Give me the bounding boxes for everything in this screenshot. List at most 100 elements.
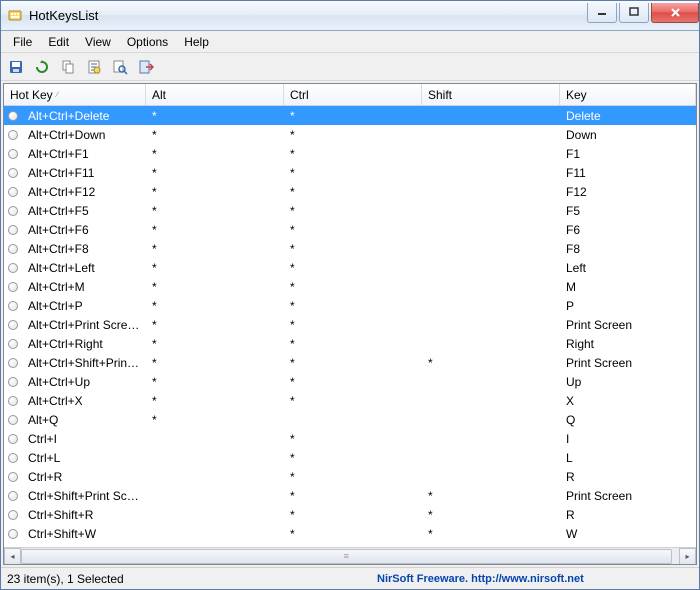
hotkey-icon bbox=[8, 396, 18, 406]
horizontal-scrollbar[interactable]: ◂ ≡ ▸ bbox=[4, 547, 696, 564]
cell-ctrl: * bbox=[284, 299, 422, 313]
cell-key: F5 bbox=[560, 204, 696, 218]
table-row[interactable]: Ctrl+L*L bbox=[4, 448, 696, 467]
cell-ctrl: * bbox=[284, 280, 422, 294]
menu-options[interactable]: Options bbox=[119, 33, 176, 51]
menu-help[interactable]: Help bbox=[176, 33, 217, 51]
find-icon[interactable] bbox=[109, 56, 131, 78]
cell-hotkey: Alt+Ctrl+Up bbox=[22, 375, 146, 389]
scroll-thumb[interactable]: ≡ bbox=[21, 549, 672, 564]
cell-ctrl: * bbox=[284, 375, 422, 389]
properties-icon[interactable] bbox=[83, 56, 105, 78]
cell-hotkey: Alt+Ctrl+F6 bbox=[22, 223, 146, 237]
cell-ctrl: * bbox=[284, 337, 422, 351]
header-ctrl[interactable]: Ctrl bbox=[284, 84, 422, 105]
cell-alt: * bbox=[146, 394, 284, 408]
minimize-button[interactable] bbox=[587, 3, 617, 23]
copy-icon[interactable] bbox=[57, 56, 79, 78]
cell-alt: * bbox=[146, 147, 284, 161]
cell-hotkey: Ctrl+Shift+R bbox=[22, 508, 146, 522]
cell-hotkey: Alt+Ctrl+Delete bbox=[22, 109, 146, 123]
cell-hotkey: Ctrl+Shift+Print Scr... bbox=[22, 489, 146, 503]
titlebar[interactable]: HotKeysList bbox=[1, 1, 699, 31]
header-hotkey[interactable]: Hot Key∕ bbox=[4, 84, 146, 105]
cell-hotkey: Alt+Ctrl+M bbox=[22, 280, 146, 294]
scroll-track[interactable]: ≡ bbox=[21, 548, 679, 565]
cell-key: Print Screen bbox=[560, 356, 696, 370]
cell-alt: * bbox=[146, 242, 284, 256]
table-row[interactable]: Ctrl+Shift+Print Scr...**Print Screen bbox=[4, 486, 696, 505]
column-headers: Hot Key∕ Alt Ctrl Shift Key bbox=[4, 84, 696, 106]
cell-alt: * bbox=[146, 280, 284, 294]
table-row[interactable]: Alt+Ctrl+M**M bbox=[4, 277, 696, 296]
cell-hotkey: Ctrl+I bbox=[22, 432, 146, 446]
table-row[interactable]: Alt+Ctrl+Delete**Delete bbox=[4, 106, 696, 125]
hotkey-icon bbox=[8, 130, 18, 140]
cell-key: F8 bbox=[560, 242, 696, 256]
table-row[interactable]: Ctrl+I*I bbox=[4, 429, 696, 448]
sort-asc-icon: ∕ bbox=[57, 90, 58, 99]
cell-hotkey: Alt+Ctrl+Print Screen bbox=[22, 318, 146, 332]
table-row[interactable]: Alt+Ctrl+F5**F5 bbox=[4, 201, 696, 220]
hotkey-icon bbox=[8, 434, 18, 444]
menubar: File Edit View Options Help bbox=[1, 31, 699, 53]
cell-shift: * bbox=[422, 527, 560, 541]
table-row[interactable]: Alt+Ctrl+F12**F12 bbox=[4, 182, 696, 201]
hotkey-icon bbox=[8, 453, 18, 463]
header-alt[interactable]: Alt bbox=[146, 84, 284, 105]
table-row[interactable]: Alt+Ctrl+X**X bbox=[4, 391, 696, 410]
cell-hotkey: Ctrl+L bbox=[22, 451, 146, 465]
table-row[interactable]: Alt+Q*Q bbox=[4, 410, 696, 429]
cell-key: L bbox=[560, 451, 696, 465]
table-row[interactable]: Alt+Ctrl+Left**Left bbox=[4, 258, 696, 277]
table-row[interactable]: Alt+Ctrl+Down**Down bbox=[4, 125, 696, 144]
hotkey-icon bbox=[8, 301, 18, 311]
table-row[interactable]: Alt+Ctrl+F1**F1 bbox=[4, 144, 696, 163]
cell-key: Print Screen bbox=[560, 318, 696, 332]
scroll-left-icon[interactable]: ◂ bbox=[4, 548, 21, 565]
table-row[interactable]: Ctrl+Shift+R**R bbox=[4, 505, 696, 524]
cell-key: Left bbox=[560, 261, 696, 275]
close-button[interactable] bbox=[651, 3, 699, 23]
exit-icon[interactable] bbox=[135, 56, 157, 78]
header-key[interactable]: Key bbox=[560, 84, 696, 105]
cell-ctrl: * bbox=[284, 356, 422, 370]
menu-edit[interactable]: Edit bbox=[40, 33, 77, 51]
maximize-button[interactable] bbox=[619, 3, 649, 23]
cell-ctrl: * bbox=[284, 261, 422, 275]
hotkey-icon bbox=[8, 149, 18, 159]
table-row[interactable]: Alt+Ctrl+P**P bbox=[4, 296, 696, 315]
table-row[interactable]: Alt+Ctrl+Print Screen**Print Screen bbox=[4, 315, 696, 334]
window-title: HotKeysList bbox=[29, 8, 585, 23]
header-shift[interactable]: Shift bbox=[422, 84, 560, 105]
cell-hotkey: Alt+Ctrl+F12 bbox=[22, 185, 146, 199]
table-row[interactable]: Ctrl+R*R bbox=[4, 467, 696, 486]
cell-key: Down bbox=[560, 128, 696, 142]
cell-shift: * bbox=[422, 489, 560, 503]
cell-ctrl: * bbox=[284, 185, 422, 199]
table-row[interactable]: Alt+Ctrl+F8**F8 bbox=[4, 239, 696, 258]
refresh-icon[interactable] bbox=[31, 56, 53, 78]
save-icon[interactable] bbox=[5, 56, 27, 78]
cell-key: Print Screen bbox=[560, 489, 696, 503]
cell-hotkey: Alt+Ctrl+Right bbox=[22, 337, 146, 351]
status-link[interactable]: NirSoft Freeware. http://www.nirsoft.net bbox=[377, 573, 584, 585]
table-row[interactable]: Alt+Ctrl+F11**F11 bbox=[4, 163, 696, 182]
table-row[interactable]: Alt+Ctrl+Up**Up bbox=[4, 372, 696, 391]
menu-view[interactable]: View bbox=[77, 33, 119, 51]
table-row[interactable]: Alt+Ctrl+F6**F6 bbox=[4, 220, 696, 239]
scroll-right-icon[interactable]: ▸ bbox=[679, 548, 696, 565]
cell-key: Up bbox=[560, 375, 696, 389]
cell-ctrl: * bbox=[284, 128, 422, 142]
menu-file[interactable]: File bbox=[5, 33, 40, 51]
cell-key: Q bbox=[560, 413, 696, 427]
cell-hotkey: Alt+Ctrl+F5 bbox=[22, 204, 146, 218]
cell-key: W bbox=[560, 527, 696, 541]
table-row[interactable]: Alt+Ctrl+Shift+Print ...***Print Screen bbox=[4, 353, 696, 372]
cell-alt: * bbox=[146, 375, 284, 389]
table-row[interactable]: Ctrl+Shift+W**W bbox=[4, 524, 696, 543]
table-row[interactable]: Alt+Ctrl+Right**Right bbox=[4, 334, 696, 353]
cell-ctrl: * bbox=[284, 204, 422, 218]
hotkey-icon bbox=[8, 187, 18, 197]
hotkey-icon bbox=[8, 282, 18, 292]
